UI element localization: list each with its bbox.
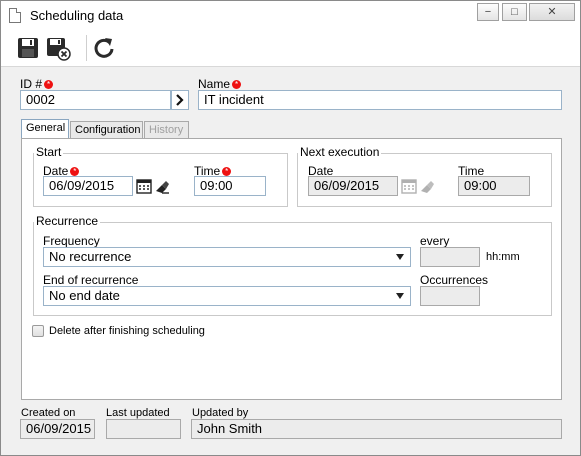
id-label: ID # *	[20, 77, 54, 91]
end-of-recurrence-value: No end date	[49, 288, 120, 303]
tab-configuration[interactable]: Configuration	[70, 121, 143, 139]
start-group-label: Start	[34, 145, 64, 159]
required-icon: *	[222, 167, 232, 176]
save-icon	[18, 38, 38, 58]
next-date-field: 06/09/2015	[308, 176, 398, 196]
eraser-icon	[156, 181, 169, 194]
updated-by-field: John Smith	[191, 419, 562, 439]
calendar-icon	[401, 179, 417, 194]
every-unit-label: hh:mm	[486, 251, 520, 263]
required-icon: *	[70, 167, 80, 176]
next-time-field: 09:00	[458, 176, 530, 196]
end-of-recurrence-select[interactable]: No end date	[43, 286, 411, 306]
toolbar	[1, 29, 580, 67]
frequency-select[interactable]: No recurrence	[43, 247, 411, 267]
every-label: every	[420, 234, 450, 248]
required-icon: *	[44, 80, 54, 89]
close-button[interactable]: ✕	[529, 3, 575, 21]
delete-after-label[interactable]: Delete after finishing scheduling	[49, 325, 205, 337]
title-bar: Scheduling data − □ ✕	[1, 1, 580, 29]
calendar-icon	[136, 179, 152, 194]
end-of-recurrence-label: End of recurrence	[43, 273, 139, 287]
id-lookup-button[interactable]	[171, 90, 189, 110]
clear-date-button[interactable]	[153, 177, 171, 195]
dropdown-arrow-icon	[396, 293, 404, 299]
calendar-button-disabled	[400, 177, 418, 195]
updated-by-label: Updated by	[192, 407, 249, 419]
next-execution-group-label: Next execution	[298, 145, 382, 159]
save-and-close-button[interactable]	[45, 35, 71, 61]
occurrences-label: Occurrences	[420, 273, 489, 287]
start-time-field[interactable]: 09:00	[194, 176, 266, 196]
calendar-button[interactable]	[135, 177, 153, 195]
refresh-button[interactable]	[91, 35, 117, 61]
tab-general[interactable]: General	[21, 119, 69, 139]
start-date-field[interactable]: 06/09/2015	[43, 176, 133, 196]
window-title: Scheduling data	[30, 8, 124, 23]
clear-date-button-disabled	[418, 177, 436, 195]
frequency-value: No recurrence	[49, 249, 132, 264]
required-icon: *	[232, 80, 242, 89]
chevron-right-icon	[176, 94, 184, 106]
toolbar-separator	[86, 35, 87, 61]
general-tab-panel: Start Date * 06/09/2015 Time * 09:00 Next …	[21, 138, 562, 400]
document-icon	[9, 8, 21, 23]
scheduling-data-window: Scheduling data − □ ✕ ID # * 0002 Name *…	[0, 0, 581, 456]
created-on-label: Created on	[21, 407, 76, 419]
created-on-field: 06/09/2015	[20, 419, 95, 439]
occurrences-field	[420, 286, 480, 306]
maximize-button[interactable]: □	[502, 3, 527, 21]
frequency-label: Frequency	[43, 234, 100, 248]
minimize-button[interactable]: −	[477, 3, 499, 21]
eraser-icon	[421, 181, 434, 193]
name-label: Name *	[198, 77, 242, 91]
last-updated-field	[106, 419, 181, 439]
recurrence-group-label: Recurrence	[34, 214, 101, 228]
last-updated-label: Last updated	[106, 407, 170, 419]
delete-after-checkbox[interactable]	[32, 325, 44, 337]
refresh-icon	[94, 38, 114, 58]
save-button[interactable]	[15, 35, 41, 61]
name-field[interactable]: IT incident	[198, 90, 562, 110]
save-and-close-icon	[47, 38, 71, 61]
every-field	[420, 247, 480, 267]
tab-history: History	[144, 121, 189, 139]
dropdown-arrow-icon	[396, 254, 404, 260]
id-field[interactable]: 0002	[20, 90, 171, 110]
